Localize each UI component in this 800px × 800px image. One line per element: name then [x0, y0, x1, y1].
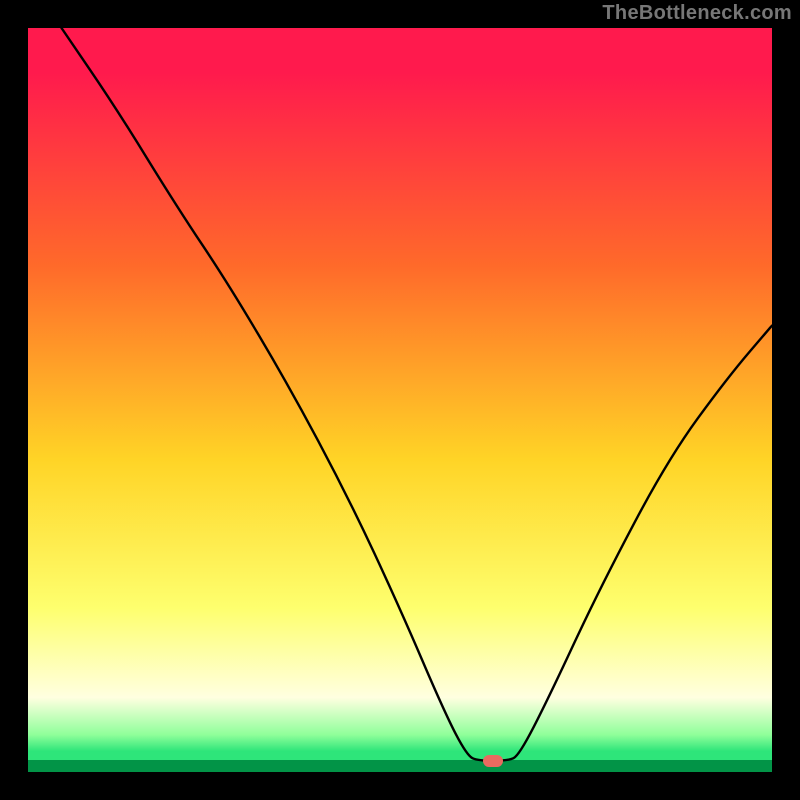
stage: TheBottleneck.com	[0, 0, 800, 800]
attribution-text: TheBottleneck.com	[602, 2, 792, 25]
plot-area	[28, 28, 772, 772]
curve-svg	[28, 28, 772, 772]
bottleneck-curve	[62, 28, 773, 761]
optimal-point-marker	[483, 755, 503, 767]
